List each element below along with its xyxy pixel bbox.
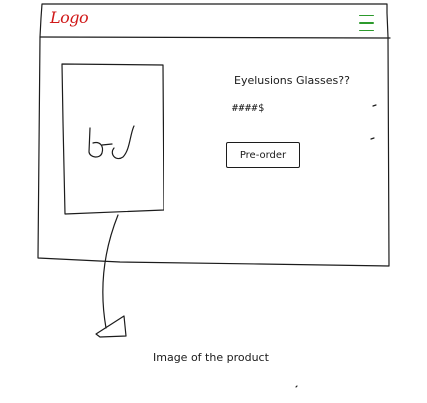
product-price: ####$	[232, 103, 265, 114]
header-divider	[39, 36, 391, 39]
menu-bar	[359, 15, 374, 17]
menu-bar	[359, 22, 374, 24]
annotation-arrow-line	[102, 214, 119, 329]
preorder-button[interactable]: Pre-order	[226, 142, 300, 168]
product-image	[60, 62, 165, 216]
logo[interactable]: Logo	[50, 10, 89, 26]
image-annotation-label: Image of the product	[153, 351, 269, 364]
glasses-sketch-icon	[88, 125, 135, 160]
product-image-frame	[61, 63, 165, 215]
product-title: Eyelusions Glasses??	[234, 74, 350, 87]
hamburger-menu-icon[interactable]	[359, 15, 374, 33]
annotation-arrow-head	[95, 315, 127, 338]
menu-bar	[359, 29, 374, 32]
